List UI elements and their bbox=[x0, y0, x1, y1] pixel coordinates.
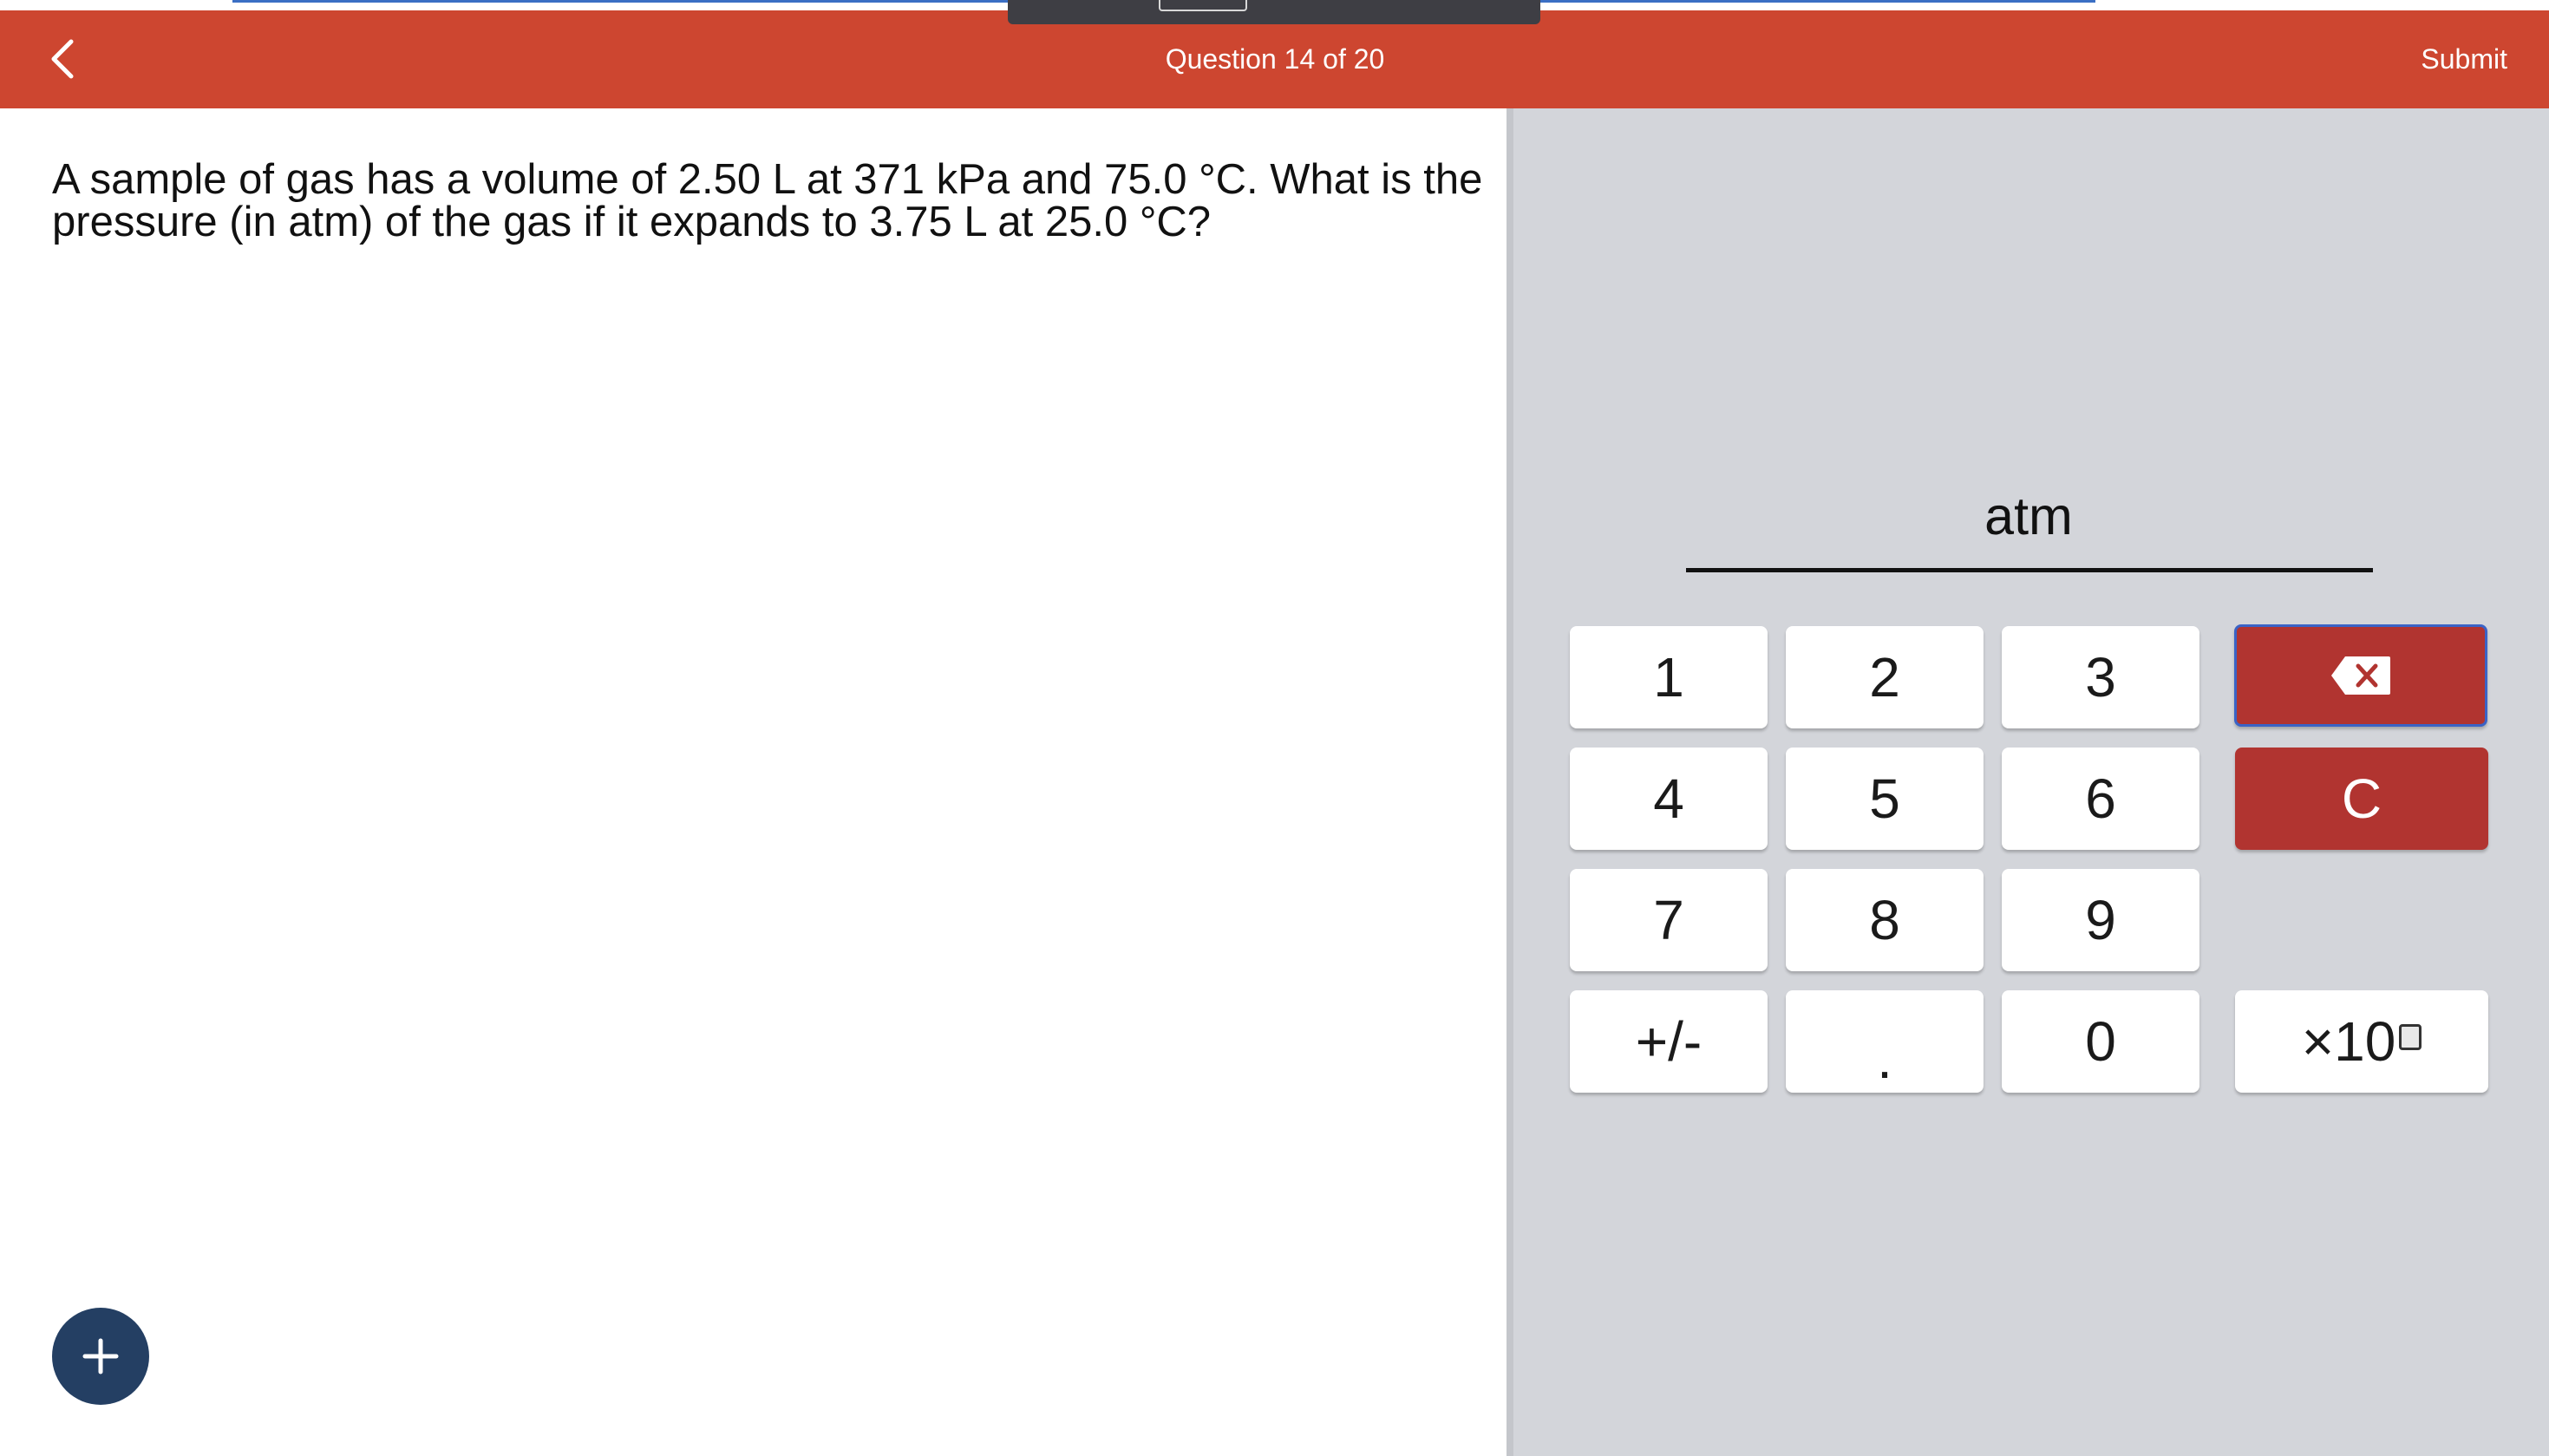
key-8[interactable]: 8 bbox=[1786, 869, 1984, 971]
backspace-button[interactable] bbox=[2234, 624, 2487, 727]
pane-divider bbox=[1507, 108, 1513, 1456]
key-5[interactable]: 5 bbox=[1786, 748, 1984, 850]
progress-line-left bbox=[232, 0, 1009, 3]
camera-notch bbox=[1008, 0, 1540, 24]
key-2[interactable]: 2 bbox=[1786, 626, 1984, 728]
key-9[interactable]: 9 bbox=[2002, 869, 2199, 971]
page-title: Question 14 of 20 bbox=[1165, 43, 1385, 75]
clear-button[interactable]: C bbox=[2235, 748, 2488, 850]
key-4[interactable]: 4 bbox=[1570, 748, 1768, 850]
notch-handle bbox=[1159, 0, 1247, 11]
question-line-1: A sample of gas has a volume of 2.50 L a… bbox=[52, 156, 1483, 203]
key-1[interactable]: 1 bbox=[1570, 626, 1768, 728]
chevron-left-icon bbox=[51, 39, 74, 79]
question-pane: A sample of gas has a volume of 2.50 L a… bbox=[0, 108, 1507, 1456]
answer-input-line[interactable] bbox=[1686, 568, 2373, 572]
unit-label: atm bbox=[1984, 486, 2073, 545]
scientific-notation-button[interactable]: ×10 bbox=[2235, 990, 2488, 1093]
key-7[interactable]: 7 bbox=[1570, 869, 1768, 971]
key-0[interactable]: 0 bbox=[2002, 990, 2199, 1093]
back-button[interactable] bbox=[38, 33, 90, 85]
submit-button[interactable]: Submit bbox=[2421, 10, 2507, 108]
header-bar: Question 14 of 20 Submit bbox=[0, 10, 2549, 108]
sci-label: ×10 bbox=[2301, 1010, 2396, 1073]
progress-line-right bbox=[1540, 0, 2095, 3]
answer-unit: atm bbox=[1686, 486, 2371, 546]
backspace-icon bbox=[2331, 656, 2390, 695]
add-button[interactable] bbox=[52, 1308, 149, 1405]
key-plus-minus[interactable]: +/- bbox=[1570, 990, 1768, 1093]
question-text: A sample of gas has a volume of 2.50 L a… bbox=[52, 159, 1483, 244]
key-decimal[interactable]: . bbox=[1786, 990, 1984, 1093]
key-3[interactable]: 3 bbox=[2002, 626, 2199, 728]
question-line-2: pressure (in atm) of the gas if it expan… bbox=[52, 199, 1212, 245]
key-6[interactable]: 6 bbox=[2002, 748, 2199, 850]
plus-icon bbox=[82, 1338, 119, 1374]
exponent-box-icon bbox=[2399, 1024, 2422, 1050]
